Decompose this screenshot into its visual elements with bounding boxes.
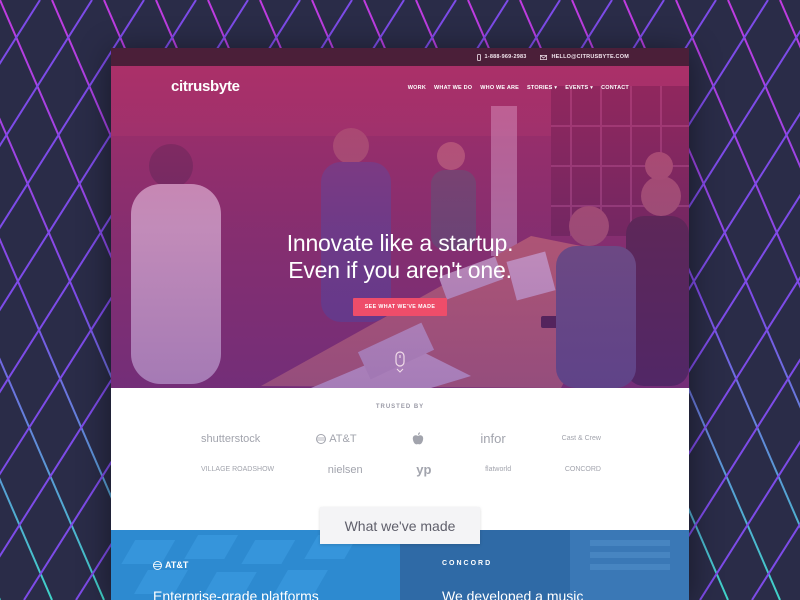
email-contact[interactable]: HELLO@CITRUSBYTE.COM [540,54,629,60]
phone-contact[interactable]: 1-888-969-2983 [476,53,527,61]
phone-icon [476,53,481,61]
top-contact-bar: 1-888-969-2983 HELLO@CITRUSBYTE.COM [111,48,689,66]
mail-icon [540,54,548,60]
att-globe-icon [153,560,162,570]
main-navbar: citrusbyte WORK WHAT WE DO WHO WE ARE ST… [111,66,689,110]
apple-icon [413,431,424,444]
chevron-down-icon: ▾ [590,85,594,91]
website-screenshot-card: 1-888-969-2983 HELLO@CITRUSBYTE.COM citr… [111,48,689,600]
trusted-by-label: TRUSTED BY [375,404,425,410]
chevron-down-icon: ▾ [554,85,558,91]
hero-section [111,66,689,388]
client-logo-concord: CONCORD [564,466,601,473]
what-we-made-heading: What we've made [320,507,480,544]
att-globe-icon [316,433,327,444]
client-logo-shutterstock: shutterstock [201,432,261,445]
scroll-down-icon[interactable] [393,350,407,376]
hero-headline-line1: Innovate like a startup. [286,230,514,256]
client-logo-village-roadshow: VILLAGE ROADSHOW [201,466,275,473]
nav-item-who-we-are[interactable]: WHO WE ARE [480,85,519,91]
nav-item-work[interactable]: WORK [408,85,426,91]
client-logo-nielsen: nielsen [327,463,363,476]
client-logo-yp: yp [416,462,432,477]
email-address: HELLO@CITRUSBYTE.COM [551,54,629,60]
tile-logo-concord: CONCORD [442,560,493,567]
tile-logo-att: AT&T [153,560,188,570]
nav-item-what-we-do[interactable]: WHAT WE DO [434,85,472,91]
tile-logo-att-text: AT&T [165,560,189,570]
client-logo-att: AT&T [316,432,357,445]
client-logo-flatworld: flatworld [485,466,512,473]
nav-item-stories[interactable]: STORIES ▾ [527,85,557,91]
client-logo-apple [412,431,424,446]
client-logo-cast-and-crew: Cast & Crew [561,435,601,442]
nav-item-stories-label: STORIES [527,85,553,91]
client-logo-att-text: AT&T [329,432,357,445]
nav-item-events-label: EVENTS [565,85,589,91]
nav-item-contact[interactable]: CONTACT [601,85,629,91]
hero-headline: Innovate like a startup. Even if you are… [111,230,689,284]
tile-title-concord: We developed a music [442,588,584,600]
tile-title-att: Enterprise-grade platforms [153,588,319,600]
phone-number: 1-888-969-2983 [484,54,527,60]
client-logo-row: shutterstock AT&T infor Cast & Crew [201,431,601,446]
client-logo-infor: infor [480,431,506,446]
see-what-we-made-button[interactable]: SEE WHAT WE'VE MADE [353,298,447,316]
citrusbyte-logo[interactable]: citrusbyte [171,78,240,95]
nav-item-events[interactable]: EVENTS ▾ [565,85,593,91]
client-logo-row: VILLAGE ROADSHOW nielsen yp flatworld CO… [201,462,601,477]
hero-headline-line2: Even if you aren't one. [288,257,512,283]
hero-color-overlay [111,66,689,388]
nav-links: WORK WHAT WE DO WHO WE ARE STORIES ▾ EVE… [408,85,629,91]
